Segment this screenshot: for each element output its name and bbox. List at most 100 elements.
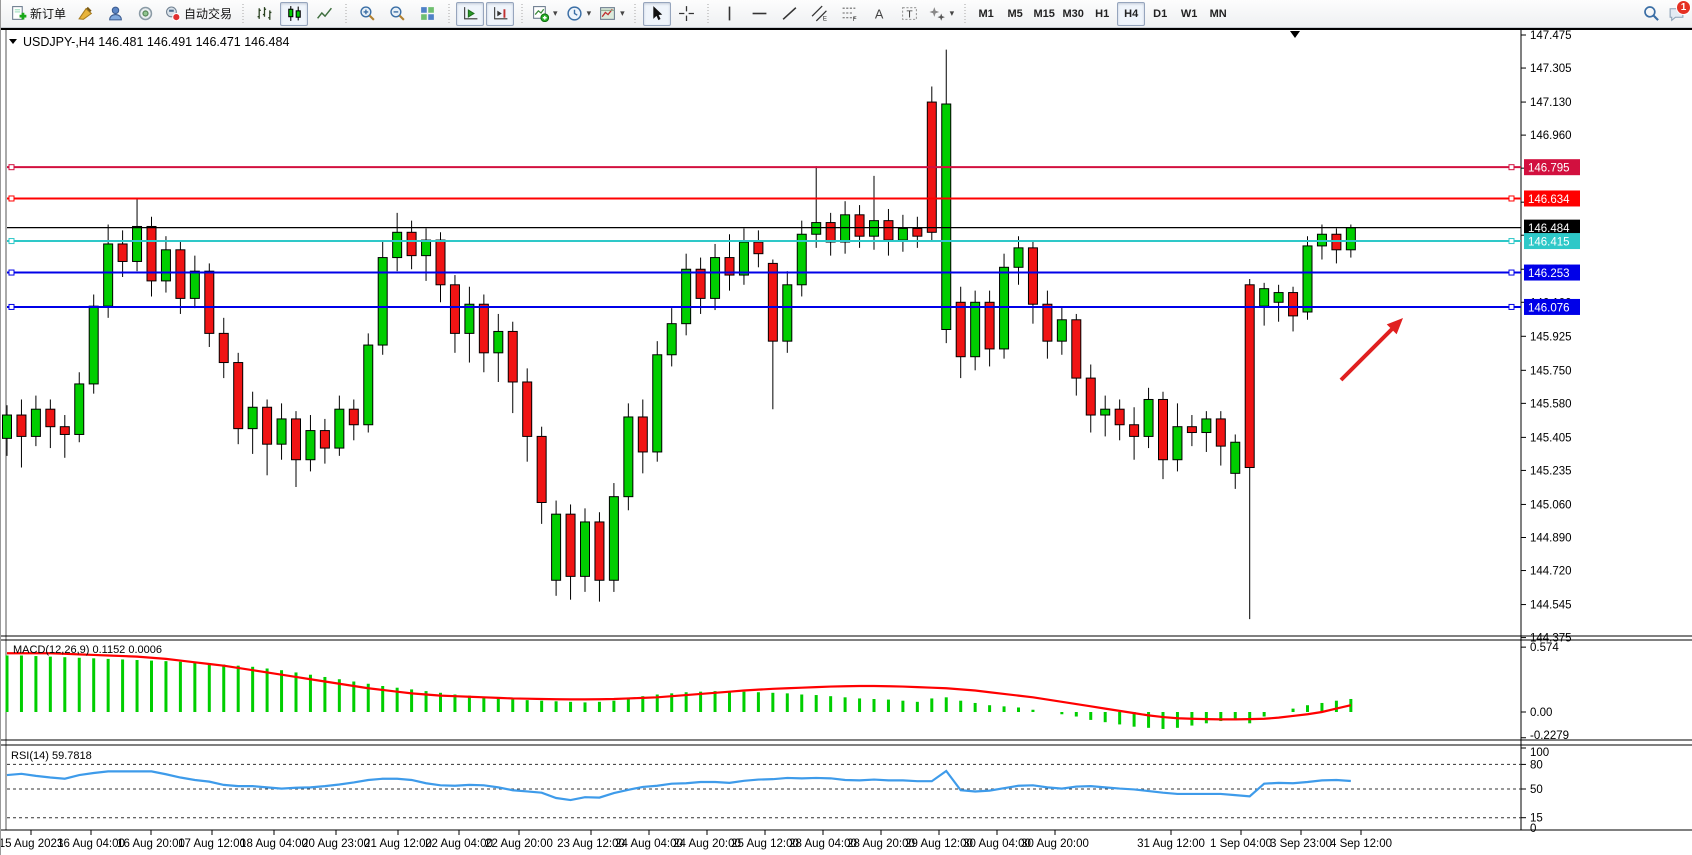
candlestick-chart-button[interactable] — [280, 2, 308, 26]
candle[interactable] — [1260, 289, 1269, 306]
horizontal-line-button[interactable] — [746, 2, 774, 26]
candle[interactable] — [450, 285, 459, 334]
templates-button[interactable]: ▾ — [596, 2, 628, 26]
candle[interactable] — [1289, 293, 1298, 316]
candle[interactable] — [248, 407, 257, 428]
candle[interactable] — [768, 263, 777, 341]
candle[interactable] — [46, 409, 55, 426]
fibonacci-button[interactable]: F — [836, 2, 864, 26]
notifications-button[interactable]: 1 — [1668, 5, 1685, 22]
candle[interactable] — [826, 223, 835, 242]
candle[interactable] — [1043, 304, 1052, 341]
candle[interactable] — [739, 242, 748, 275]
candle[interactable] — [234, 363, 243, 429]
candle[interactable] — [581, 522, 590, 576]
timeframe-H1[interactable]: H1 — [1088, 2, 1116, 26]
candle[interactable] — [1144, 399, 1153, 436]
candle[interactable] — [335, 409, 344, 448]
timeframe-M5[interactable]: M5 — [1001, 2, 1029, 26]
candle[interactable] — [364, 345, 373, 425]
crosshair-button[interactable] — [673, 2, 701, 26]
candle[interactable] — [1187, 427, 1196, 433]
equidistant-channel-button[interactable]: E — [806, 2, 834, 26]
text-label-button[interactable]: T — [896, 2, 924, 26]
candle[interactable] — [971, 302, 980, 356]
autotrading-button[interactable]: 自动交易 — [161, 2, 235, 26]
timeframe-M15[interactable]: M15 — [1030, 2, 1058, 26]
candle[interactable] — [667, 324, 676, 355]
search-icon[interactable] — [1643, 5, 1660, 22]
vertical-line-button[interactable] — [716, 2, 744, 26]
candle[interactable] — [870, 221, 879, 237]
candle[interactable] — [306, 431, 315, 460]
candle[interactable] — [407, 232, 416, 255]
candle[interactable] — [89, 306, 98, 384]
candle[interactable] — [1245, 285, 1254, 468]
candle[interactable] — [711, 258, 720, 299]
candle[interactable] — [104, 244, 113, 306]
candle[interactable] — [1101, 409, 1110, 415]
candle[interactable] — [884, 221, 893, 240]
candle[interactable] — [161, 250, 170, 281]
bar-chart-button[interactable] — [250, 2, 278, 26]
candle[interactable] — [1274, 293, 1283, 303]
candle[interactable] — [219, 333, 228, 362]
candle[interactable] — [422, 240, 431, 256]
line-handle[interactable] — [9, 239, 14, 244]
alerts-button[interactable] — [131, 2, 159, 26]
zoom-in-button[interactable] — [353, 2, 381, 26]
candle[interactable] — [1202, 419, 1211, 433]
zoom-out-button[interactable] — [383, 2, 411, 26]
candle[interactable] — [60, 427, 69, 435]
candle[interactable] — [1173, 427, 1182, 460]
candle[interactable] — [118, 244, 127, 261]
candle[interactable] — [465, 304, 474, 333]
candle[interactable] — [378, 258, 387, 345]
candle[interactable] — [898, 228, 907, 240]
styler-button[interactable] — [71, 2, 99, 26]
candle[interactable] — [205, 271, 214, 333]
candle[interactable] — [566, 514, 575, 576]
candle[interactable] — [1216, 419, 1225, 446]
candle[interactable] — [393, 232, 402, 257]
candle[interactable] — [292, 419, 301, 460]
cursor-button[interactable] — [643, 2, 671, 26]
candle[interactable] — [942, 104, 951, 329]
profile-button[interactable] — [101, 2, 129, 26]
candle[interactable] — [508, 331, 517, 382]
line-handle[interactable] — [9, 165, 14, 170]
candle[interactable] — [537, 436, 546, 502]
candle[interactable] — [133, 226, 142, 261]
candle[interactable] — [3, 415, 12, 438]
candle[interactable] — [176, 250, 185, 299]
trendline-button[interactable] — [776, 2, 804, 26]
timeframe-H4[interactable]: H4 — [1117, 2, 1145, 26]
candle[interactable] — [653, 355, 662, 452]
candle[interactable] — [1000, 267, 1009, 349]
candle[interactable] — [277, 419, 286, 444]
candle[interactable] — [595, 522, 604, 580]
candle[interactable] — [624, 417, 633, 497]
candle[interactable] — [436, 240, 445, 285]
line-handle[interactable] — [9, 304, 14, 309]
candle[interactable] — [349, 409, 358, 425]
candle[interactable] — [956, 302, 965, 356]
candle[interactable] — [1346, 228, 1355, 250]
candle[interactable] — [1057, 320, 1066, 341]
text-button[interactable]: A — [866, 2, 894, 26]
candle[interactable] — [1028, 248, 1037, 304]
candle[interactable] — [638, 417, 647, 452]
line-handle[interactable] — [1509, 270, 1514, 275]
new-order-button[interactable]: 新订单 — [7, 2, 69, 26]
candle[interactable] — [1072, 320, 1081, 378]
candle[interactable] — [609, 497, 618, 581]
chart-shift-button[interactable] — [486, 2, 514, 26]
line-handle[interactable] — [1509, 196, 1514, 201]
candle[interactable] — [263, 407, 272, 444]
candle[interactable] — [754, 242, 763, 254]
timeframe-M1[interactable]: M1 — [972, 2, 1000, 26]
candle[interactable] — [913, 228, 922, 236]
timeframe-M30[interactable]: M30 — [1059, 2, 1087, 26]
timeframe-D1[interactable]: D1 — [1146, 2, 1174, 26]
line-handle[interactable] — [1509, 165, 1514, 170]
